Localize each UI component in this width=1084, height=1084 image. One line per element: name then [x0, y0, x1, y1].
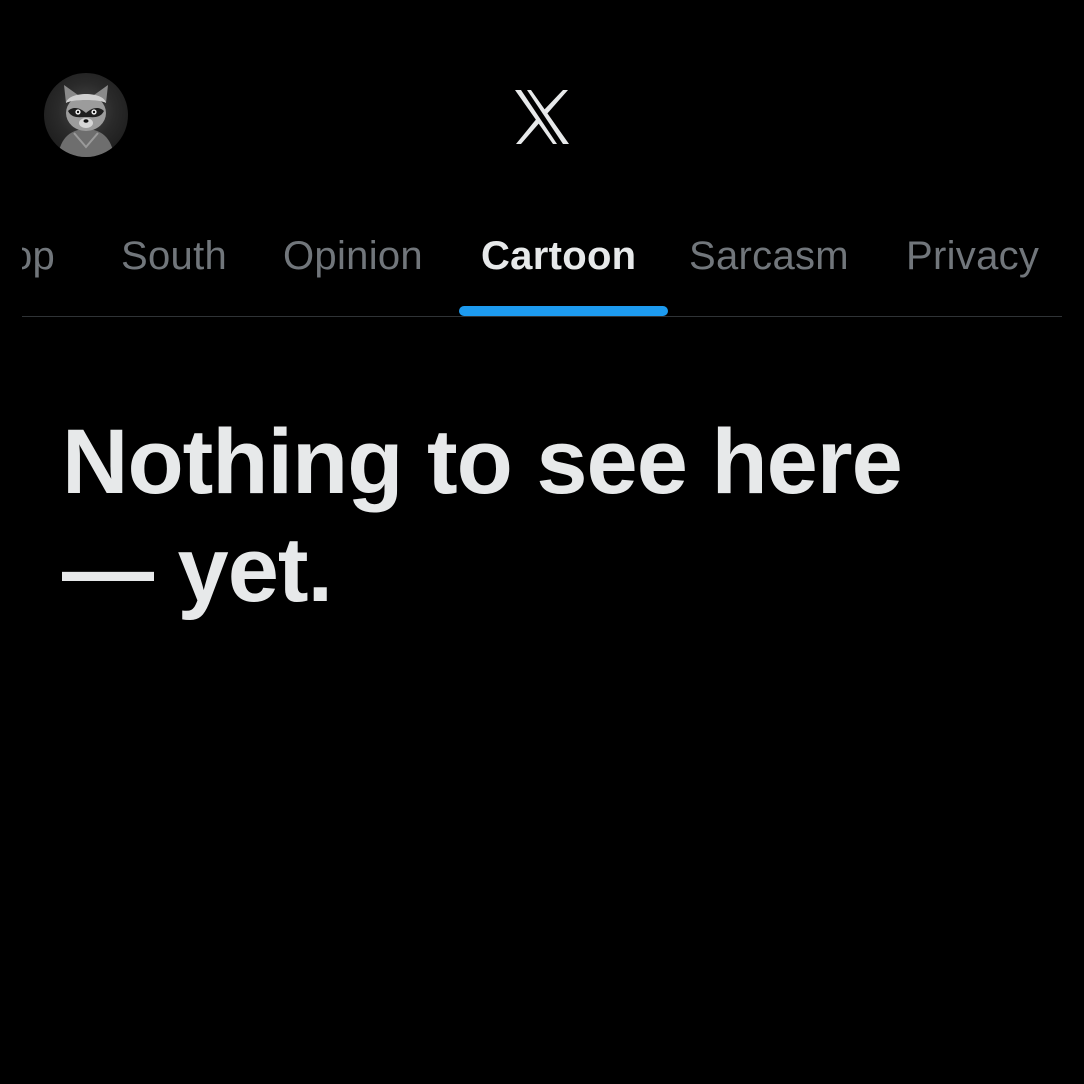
empty-state-title: Nothing to see here — yet.	[62, 411, 903, 621]
active-tab-indicator	[459, 306, 668, 316]
tab-label: Privacy	[906, 234, 1040, 278]
avatar[interactable]	[44, 73, 128, 157]
tab-cartoon[interactable]: Cartoon	[459, 210, 669, 318]
x-logo-icon-glyph	[515, 90, 569, 144]
tab-label: Opinion	[283, 234, 423, 278]
tab-privacy[interactable]: Privacy	[906, 210, 1062, 318]
tab-label: op	[22, 234, 56, 278]
tab-label: South	[121, 234, 228, 278]
tab-sarcasm[interactable]: Sarcasm	[689, 210, 871, 318]
tab-label: Cartoon	[481, 234, 637, 278]
tab-bar: op South Opinion Cartoon Sarcasm Privacy	[22, 210, 1062, 318]
tab-south[interactable]: South	[121, 210, 249, 318]
tab-top[interactable]: op	[22, 210, 94, 318]
tab-bar-divider	[22, 316, 1062, 317]
x-logo-icon[interactable]	[512, 88, 572, 146]
tab-label: Sarcasm	[689, 234, 849, 278]
tab-opinion[interactable]: Opinion	[283, 210, 445, 318]
raccoon-avatar-icon	[58, 85, 114, 157]
